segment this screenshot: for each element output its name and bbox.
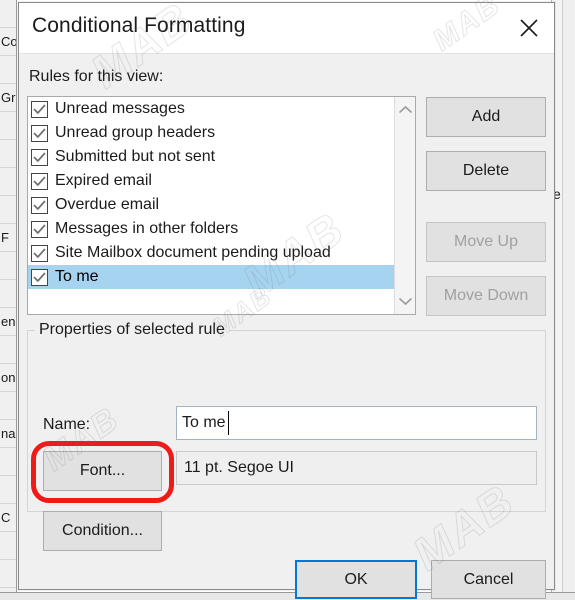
rules-list-scrollbar[interactable] — [394, 97, 415, 314]
background-list-row — [0, 56, 16, 84]
rule-label: Site Mailbox document pending upload — [55, 244, 331, 261]
chevron-down-icon[interactable] — [395, 291, 415, 312]
name-label: Name: — [43, 416, 91, 433]
background-list-row — [0, 196, 16, 224]
background-list-row — [0, 560, 16, 588]
background-list-row: Co — [0, 28, 16, 56]
name-input[interactable] — [176, 406, 537, 440]
dialog-title: Conditional Formatting — [32, 14, 246, 37]
rule-list-item[interactable]: To me — [28, 265, 395, 289]
background-list-row: na — [0, 420, 16, 448]
rule-checkbox[interactable] — [31, 244, 48, 262]
cancel-button[interactable]: Cancel — [431, 560, 546, 599]
rule-checkbox[interactable] — [31, 220, 48, 238]
rule-label: Messages in other folders — [55, 220, 239, 237]
rule-list-item[interactable]: Unread messages — [28, 97, 395, 121]
rules-listbox[interactable]: Unread messages Unread group headers Submi… — [27, 96, 416, 315]
background-left-list: Co Gr Fen on na C — [0, 0, 17, 600]
background-list-row — [0, 168, 16, 196]
background-scrollbar[interactable] — [562, 0, 574, 600]
dialog-body: Rules for this view: Unread messages Unre… — [19, 54, 554, 599]
chevron-up-icon[interactable] — [395, 99, 415, 120]
background-list-row — [0, 252, 16, 280]
background-list-row — [0, 336, 16, 364]
rule-checkbox[interactable] — [31, 100, 48, 118]
font-value-display: 11 pt. Segoe UI — [176, 451, 537, 485]
rule-checkbox[interactable] — [31, 148, 48, 166]
text-caret — [228, 411, 229, 435]
rule-checkbox[interactable] — [31, 172, 48, 190]
rule-checkbox[interactable] — [31, 268, 48, 286]
move-down-button: Move Down — [426, 276, 546, 316]
add-button[interactable]: Add — [426, 97, 546, 137]
rule-list-item[interactable]: Site Mailbox document pending upload — [28, 241, 395, 265]
delete-button[interactable]: Delete — [426, 151, 546, 191]
rule-label: Overdue email — [55, 196, 160, 213]
conditional-formatting-dialog: Conditional Formatting Rules for this vi… — [18, 2, 555, 599]
background-list-row: en — [0, 308, 16, 336]
rule-label: Expired email — [55, 172, 152, 189]
rule-label: Unread messages — [55, 100, 185, 117]
rule-list-item[interactable]: Unread group headers — [28, 121, 395, 145]
rule-label: To me — [55, 268, 99, 285]
ok-button[interactable]: OK — [295, 560, 417, 599]
rule-checkbox[interactable] — [31, 124, 48, 142]
background-list-row — [0, 112, 16, 140]
background-list-row — [0, 532, 16, 560]
background-list-row: Gr — [0, 84, 16, 112]
close-icon[interactable] — [504, 3, 554, 53]
rule-list-item[interactable]: Overdue email — [28, 193, 395, 217]
move-up-button: Move Up — [426, 222, 546, 262]
rules-for-view-label: Rules for this view: — [29, 68, 164, 85]
rules-list-items: Unread messages Unread group headers Submi… — [28, 97, 395, 314]
font-button[interactable]: Font... — [43, 451, 162, 491]
rule-label: Submitted but not sent — [55, 148, 216, 165]
background-list-row — [0, 476, 16, 504]
background-list-row — [0, 280, 16, 308]
background-list-row: F — [0, 224, 16, 252]
rule-label: Unread group headers — [55, 124, 216, 141]
rule-list-item[interactable]: Expired email — [28, 169, 395, 193]
condition-button[interactable]: Condition... — [43, 511, 162, 551]
background-list-row — [0, 140, 16, 168]
background-list-row: on — [0, 364, 16, 392]
background-list-row — [0, 392, 16, 420]
background-list-row: C — [0, 504, 16, 532]
background-list-row — [0, 448, 16, 476]
dialog-titlebar: Conditional Formatting — [19, 3, 554, 54]
rule-list-item[interactable]: Submitted but not sent — [28, 145, 395, 169]
background-list-row — [0, 0, 16, 28]
rule-checkbox[interactable] — [31, 196, 48, 214]
rule-list-item[interactable]: Messages in other folders — [28, 217, 395, 241]
properties-group-title: Properties of selected rule — [35, 321, 229, 339]
